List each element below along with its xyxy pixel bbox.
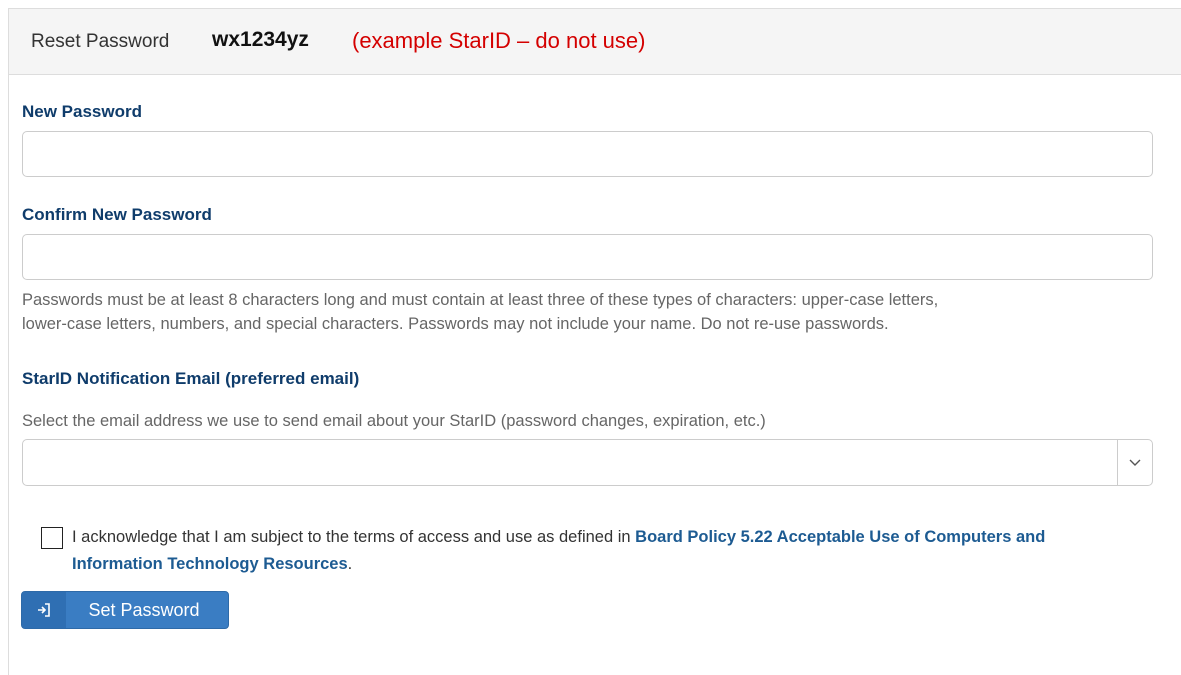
starid-value: wx1234yz — [212, 28, 309, 51]
panel-heading: Reset Password wx1234yz (example StarID … — [9, 9, 1181, 75]
notification-email-description: Select the email address we use to send … — [22, 412, 766, 430]
new-password-label: New Password — [22, 102, 142, 121]
notification-email-label: StarID Notification Email (preferred ema… — [22, 369, 360, 388]
chevron-down-icon[interactable] — [1117, 440, 1152, 485]
sign-in-icon — [22, 592, 66, 628]
new-password-input[interactable] — [22, 131, 1153, 177]
password-rules-line-2: lower-case letters, numbers, and special… — [22, 315, 889, 333]
confirm-password-label: Confirm New Password — [22, 205, 212, 224]
example-note: (example StarID – do not use) — [352, 28, 646, 53]
confirm-password-input[interactable] — [22, 234, 1153, 280]
set-password-button[interactable]: Set Password — [21, 591, 229, 629]
acknowledge-text: I acknowledge that I am subject to the t… — [72, 524, 1132, 578]
page-title: Reset Password — [31, 31, 170, 52]
acknowledge-checkbox[interactable] — [41, 527, 63, 549]
notification-email-select[interactable] — [22, 439, 1153, 486]
acknowledge-statement: I acknowledge that I am subject to the t… — [72, 528, 636, 546]
password-rules-text: Passwords must be at least 8 characters … — [22, 288, 938, 336]
acknowledge-suffix: . — [347, 555, 353, 573]
password-rules-line-1: Passwords must be at least 8 characters … — [22, 291, 939, 309]
set-password-label: Set Password — [88, 599, 200, 620]
